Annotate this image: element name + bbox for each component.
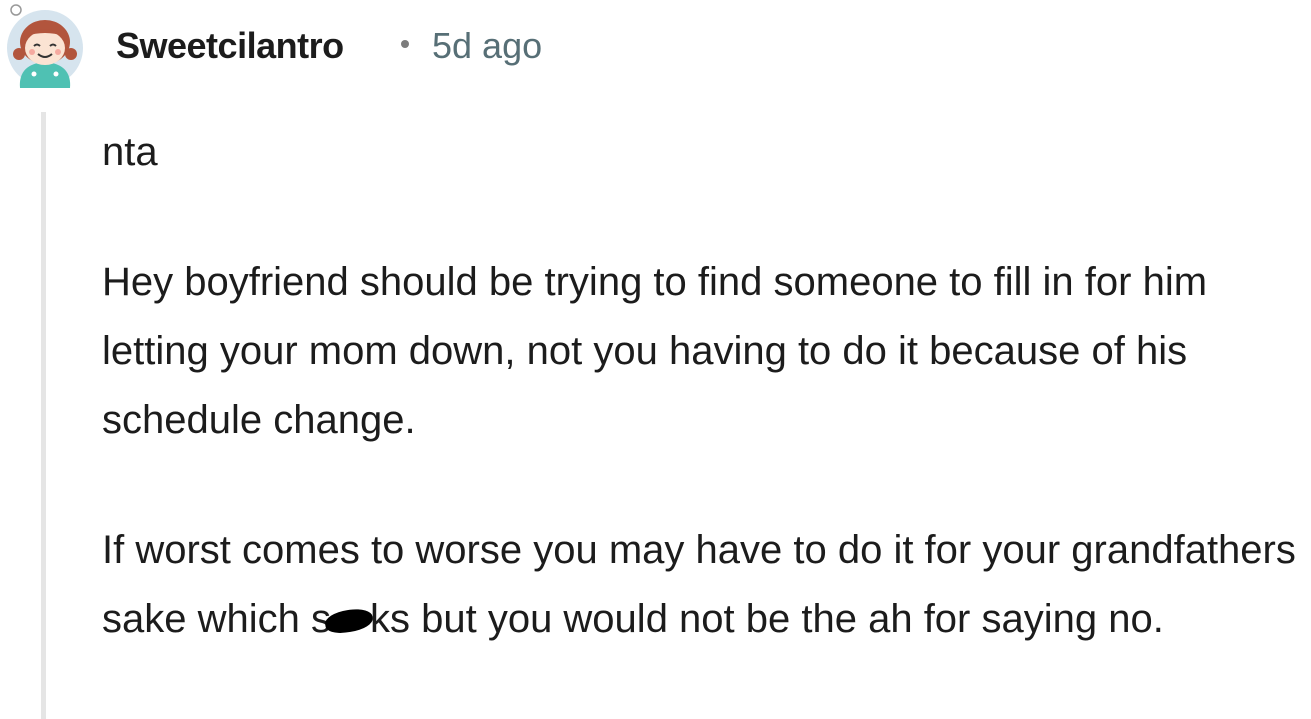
- comment: Sweetcilantro 5d ago nta Hey boyfriend s…: [0, 0, 1311, 719]
- comment-paragraph: If worst comes to worse you may have to …: [102, 516, 1307, 654]
- avatar[interactable]: [4, 4, 86, 88]
- cartoon-girl-avatar-icon: [7, 4, 83, 88]
- separator-dot: [401, 40, 409, 48]
- comment-author[interactable]: Sweetcilantro: [116, 26, 344, 66]
- paragraph-text: ks but you would not be the ah for sayin…: [369, 597, 1164, 641]
- comment-timestamp: 5d ago: [432, 25, 543, 66]
- thread-line[interactable]: [41, 112, 46, 719]
- comment-paragraph: nta: [102, 130, 158, 174]
- comment-paragraph: Hey boyfriend should be trying to find s…: [102, 260, 1208, 442]
- redaction-scribble: [323, 607, 375, 636]
- comment-body: nta Hey boyfriend should be trying to fi…: [102, 118, 1307, 654]
